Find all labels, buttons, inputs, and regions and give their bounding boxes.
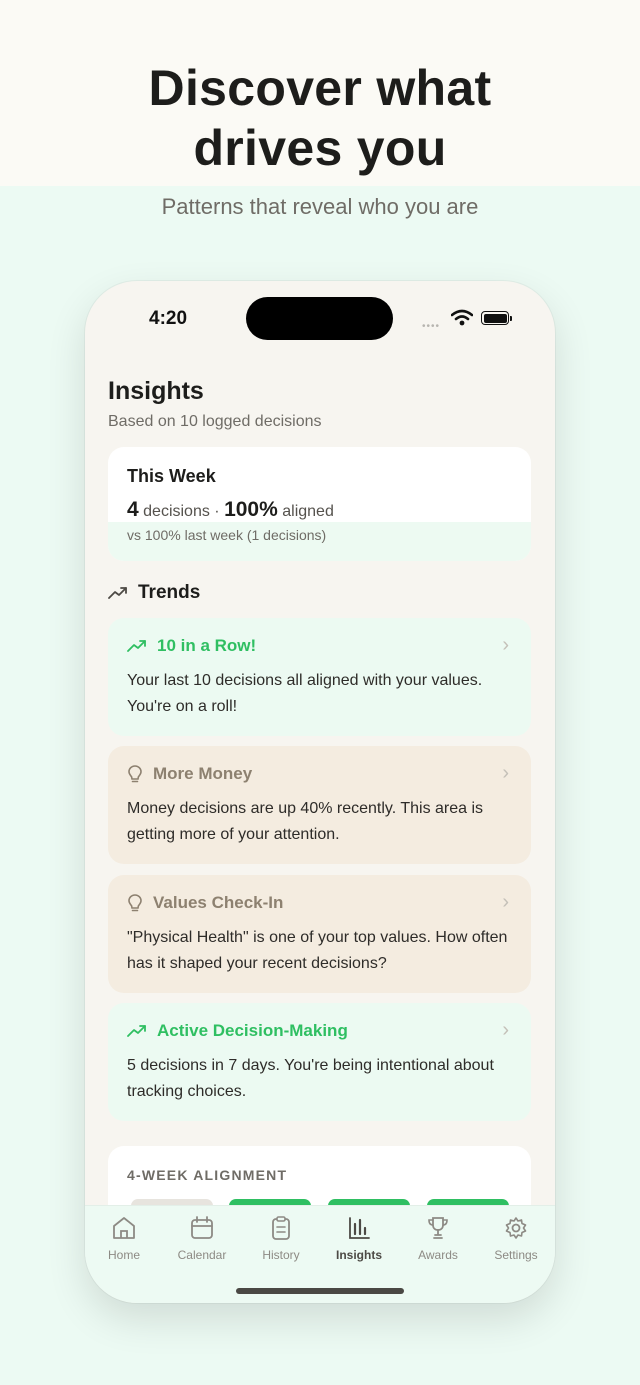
tab-label: Awards — [418, 1248, 458, 1262]
insight-title: Values Check-In — [153, 893, 284, 912]
chevron-right-icon: › — [502, 891, 509, 913]
chevron-right-icon: › — [502, 634, 509, 656]
trending-up-icon — [127, 1025, 146, 1037]
tab-insights[interactable]: Insights — [324, 1214, 394, 1262]
insight-title: More Money — [153, 764, 253, 783]
tab-settings[interactable]: Settings — [481, 1214, 551, 1262]
tab-history[interactable]: History — [246, 1214, 316, 1262]
trends-label: Trends — [138, 582, 201, 603]
lightbulb-icon — [128, 894, 142, 912]
tab-label: Settings — [494, 1248, 538, 1262]
this-week-title: This Week — [127, 466, 216, 486]
this-week-card[interactable]: This Week 4 decisions · 100% aligned vs … — [108, 447, 531, 561]
wifi-icon — [451, 309, 473, 326]
insight-body: Money decisions are up 40% recently. Thi… — [127, 800, 484, 843]
page-title: Insights — [108, 377, 204, 405]
tab-calendar[interactable]: Calendar — [167, 1214, 237, 1262]
clipboard-icon — [272, 1216, 290, 1240]
hero-subhead: Patterns that reveal who you are — [161, 194, 479, 219]
tab-label: History — [262, 1248, 300, 1262]
insight-card-streak[interactable]: 10 in a Row! › Your last 10 decisions al… — [108, 618, 531, 736]
this-week-summary: 4 decisions · 100% aligned — [127, 498, 334, 522]
tab-home[interactable]: Home — [89, 1214, 159, 1262]
tab-label: Calendar — [177, 1248, 227, 1262]
hero-headline-line-2: drives you — [193, 120, 447, 176]
phone-frame: 4:20 •••• Insights Based on 10 logged de… — [85, 281, 555, 1303]
battery-icon — [481, 311, 512, 325]
lightbulb-icon — [128, 765, 142, 783]
home-icon — [113, 1217, 135, 1239]
hero-headline-line-1: Discover what — [148, 60, 492, 116]
tab-awards[interactable]: Awards — [403, 1214, 473, 1262]
aligned-percent: 100% — [224, 498, 278, 521]
hero-headline: Discover what drives you — [0, 58, 640, 178]
gear-icon — [505, 1217, 527, 1239]
insight-title: 10 in a Row! — [157, 636, 257, 655]
separator-dot: · — [214, 503, 220, 520]
trending-up-icon — [127, 640, 146, 652]
insight-title: Active Decision-Making — [157, 1021, 348, 1040]
dynamic-island — [246, 297, 393, 340]
tab-label: Home — [107, 1248, 140, 1262]
signal-dots-icon: •••• — [422, 321, 441, 332]
bar-chart-icon — [349, 1217, 370, 1239]
insight-card-money[interactable]: More Money › Money decisions are up 40% … — [108, 746, 531, 864]
insight-card-values-check-in[interactable]: Values Check-In › "Physical Health" is o… — [108, 875, 531, 993]
tab-bar: Home Calendar History Insights Awards Se… — [85, 1205, 555, 1303]
last-week-comparison: vs 100% last week (1 decisions) — [127, 527, 327, 543]
insight-body: "Physical Health" is one of your top val… — [127, 929, 508, 972]
trophy-icon — [428, 1217, 448, 1239]
page-subtitle: Based on 10 logged decisions — [108, 413, 322, 430]
insight-body: 5 decisions in 7 days. You're being inte… — [127, 1057, 494, 1100]
decisions-label: decisions — [143, 503, 210, 520]
insight-body: Your last 10 decisions all aligned with … — [127, 672, 483, 715]
insight-card-active-decision-making[interactable]: Active Decision-Making › 5 decisions in … — [108, 1003, 531, 1121]
tab-label: Insights — [335, 1248, 382, 1262]
aligned-label: aligned — [282, 503, 334, 520]
status-time: 4:20 — [149, 308, 188, 329]
decisions-count: 4 — [127, 498, 139, 521]
trends-header: Trends — [108, 582, 200, 604]
home-indicator[interactable] — [236, 1288, 404, 1294]
alignment-title: 4-WEEK ALIGNMENT — [127, 1167, 288, 1183]
calendar-icon — [191, 1216, 213, 1239]
chevron-right-icon: › — [502, 1019, 509, 1041]
chevron-right-icon: › — [502, 762, 509, 784]
trending-up-icon — [108, 587, 127, 599]
